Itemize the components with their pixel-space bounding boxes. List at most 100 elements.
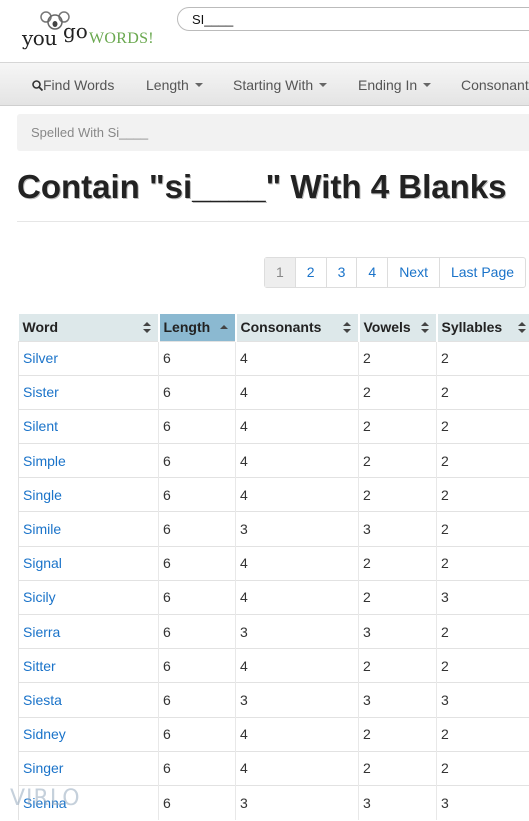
word-link[interactable]: Silent: [23, 418, 58, 434]
logo-go: go: [63, 19, 88, 43]
word-link[interactable]: Single: [23, 487, 62, 503]
table-cell: 2: [436, 443, 529, 478]
caret-down-icon: [423, 83, 432, 87]
table-cell: 4: [235, 340, 359, 376]
cell-value: 2: [441, 384, 449, 401]
search-input[interactable]: [177, 7, 529, 31]
table-cell: 2: [358, 408, 437, 444]
table-cell: 3: [358, 682, 437, 718]
page-1[interactable]: 1: [265, 258, 295, 287]
nav-find-words[interactable]: Find Words: [32, 77, 114, 93]
cell-value: 2: [441, 623, 449, 640]
nav-starting-with-label: Starting With: [233, 77, 314, 93]
table-cell: Singer: [18, 750, 159, 786]
cell-value: 2: [363, 350, 371, 367]
table-cell: 2: [358, 716, 437, 752]
column-header-label: Syllables: [441, 319, 503, 336]
table-cell: 6: [158, 784, 236, 820]
table-cell: 3: [235, 784, 359, 820]
table-cell: 2: [358, 477, 437, 512]
next-page-link[interactable]: Next: [387, 258, 439, 287]
word-link[interactable]: Simple: [23, 453, 66, 469]
logo-you: you: [22, 26, 57, 50]
words-table: Word Length Consonants Vowels Syllables …: [18, 314, 529, 820]
column-header-vowels[interactable]: Vowels: [358, 314, 438, 341]
word-link[interactable]: Siesta: [23, 692, 62, 708]
cell-value: 3: [240, 521, 248, 538]
column-header-syllables[interactable]: Syllables: [436, 314, 529, 341]
nav-consonants[interactable]: Consonants: [461, 77, 529, 93]
word-link[interactable]: Sierra: [23, 624, 60, 640]
table-cell: 3: [235, 511, 359, 547]
table-row: Sitter 6 4 2 2: [18, 648, 529, 683]
cell-value: 6: [163, 760, 171, 777]
main-nav: Find Words Length Starting With Ending I…: [0, 62, 529, 106]
cell-value: 6: [163, 691, 171, 708]
word-link[interactable]: Signal: [23, 555, 62, 571]
column-header-label: Length: [163, 319, 211, 336]
table-cell: 2: [436, 511, 529, 547]
page-3[interactable]: 3: [325, 258, 357, 287]
nav-length-label: Length: [146, 77, 189, 93]
cell-value: 6: [163, 486, 171, 503]
sort-icon: [517, 322, 526, 334]
word-link[interactable]: Sidney: [23, 726, 66, 742]
nav-starting-with[interactable]: Starting With: [233, 77, 328, 93]
cell-value: 2: [363, 760, 371, 777]
table-cell: Sitter: [18, 648, 159, 683]
word-link[interactable]: Sister: [23, 384, 59, 400]
table-row: Sidney 6 4 2 2: [18, 716, 529, 752]
table-cell: 3: [358, 613, 437, 649]
word-link[interactable]: Singer: [23, 760, 63, 776]
last-page-link[interactable]: Last Page: [438, 258, 525, 287]
nav-length[interactable]: Length: [146, 77, 203, 93]
cell-value: 6: [163, 452, 171, 469]
word-link[interactable]: Silver: [23, 350, 58, 366]
column-header-length[interactable]: Length: [158, 314, 237, 341]
page-2[interactable]: 2: [294, 258, 326, 287]
table-cell: 2: [436, 613, 529, 649]
word-link[interactable]: Simile: [23, 521, 61, 537]
table-cell: Silver: [18, 340, 159, 376]
table-cell: 2: [358, 340, 437, 376]
table-cell: 3: [235, 613, 359, 649]
table-row: Silent 6 4 2 2: [18, 408, 529, 444]
table-cell: 3: [358, 511, 437, 547]
cell-value: 3: [240, 691, 248, 708]
word-link[interactable]: Sicily: [23, 589, 56, 605]
table-row: Single 6 4 2 2: [18, 477, 529, 512]
page-4[interactable]: 4: [356, 258, 387, 287]
table-cell: 4: [235, 579, 359, 615]
table-row: Sicily 6 4 2 3: [18, 579, 529, 615]
table-cell: Simple: [18, 443, 159, 478]
table-cell: 2: [358, 579, 437, 615]
cell-value: 6: [163, 794, 171, 811]
nav-ending-in[interactable]: Ending In: [358, 77, 432, 93]
cell-value: 4: [240, 555, 248, 572]
table-row: Singer 6 4 2 2: [18, 750, 529, 786]
column-header-consonants[interactable]: Consonants: [235, 314, 360, 341]
cell-value: 4: [240, 589, 248, 606]
table-cell: 4: [235, 443, 359, 478]
table-cell: Signal: [18, 545, 159, 581]
table-cell: 4: [235, 374, 359, 410]
word-link[interactable]: Sitter: [23, 658, 56, 674]
table-cell: 6: [158, 511, 236, 547]
breadcrumb: Spelled With Si____: [17, 114, 529, 151]
site-logo[interactable]: you go WORDS!: [22, 10, 162, 56]
cell-value: 2: [363, 657, 371, 674]
table-cell: 6: [158, 545, 236, 581]
cell-value: 2: [363, 726, 371, 743]
caret-down-icon: [319, 83, 328, 87]
table-cell: Sicily: [18, 579, 159, 615]
column-header-word[interactable]: Word: [18, 314, 160, 341]
table-cell: 2: [358, 750, 437, 786]
cell-value: 4: [240, 760, 248, 777]
cell-value: 6: [163, 384, 171, 401]
cell-value: 6: [163, 521, 171, 538]
cell-value: 2: [363, 589, 371, 606]
cell-value: 6: [163, 657, 171, 674]
cell-value: 3: [363, 623, 371, 640]
table-cell: 2: [358, 374, 437, 410]
pagination: 1 2 3 4 Next Last Page: [264, 257, 527, 288]
